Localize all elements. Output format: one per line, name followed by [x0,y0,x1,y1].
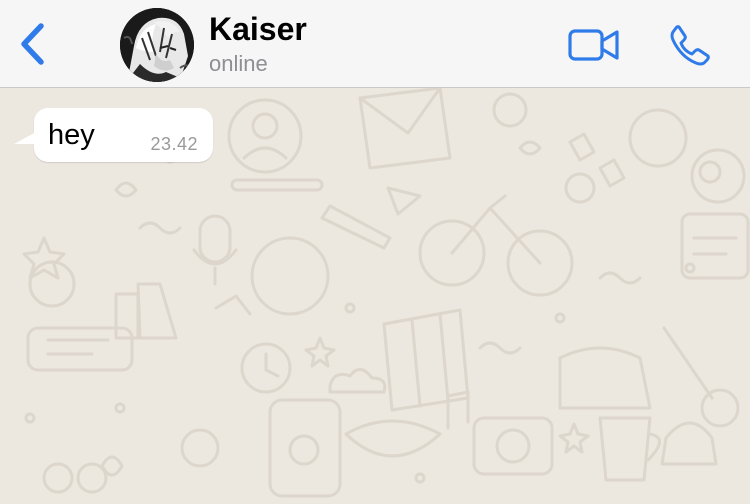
video-call-button[interactable] [566,24,622,66]
voice-call-button[interactable] [666,22,714,68]
message-bubble-tail [14,132,36,144]
avatar[interactable] [120,8,194,82]
back-button[interactable] [12,20,52,68]
chat-area[interactable]: hey 23.42 [0,88,750,504]
message-timestamp: 23.42 [150,134,198,154]
video-camera-icon [568,29,619,61]
contact-status: online [209,51,268,76]
phone-icon [670,25,710,66]
message-bubble-incoming[interactable]: hey 23.42 [34,108,213,162]
message-text: hey [48,119,95,151]
chat-header: Kaiser online [0,0,750,88]
chevron-left-icon [21,23,44,65]
contact-name[interactable]: Kaiser [209,10,307,48]
avatar-image [120,8,194,82]
chat-screen: Kaiser online hey 23.42 [0,0,750,504]
